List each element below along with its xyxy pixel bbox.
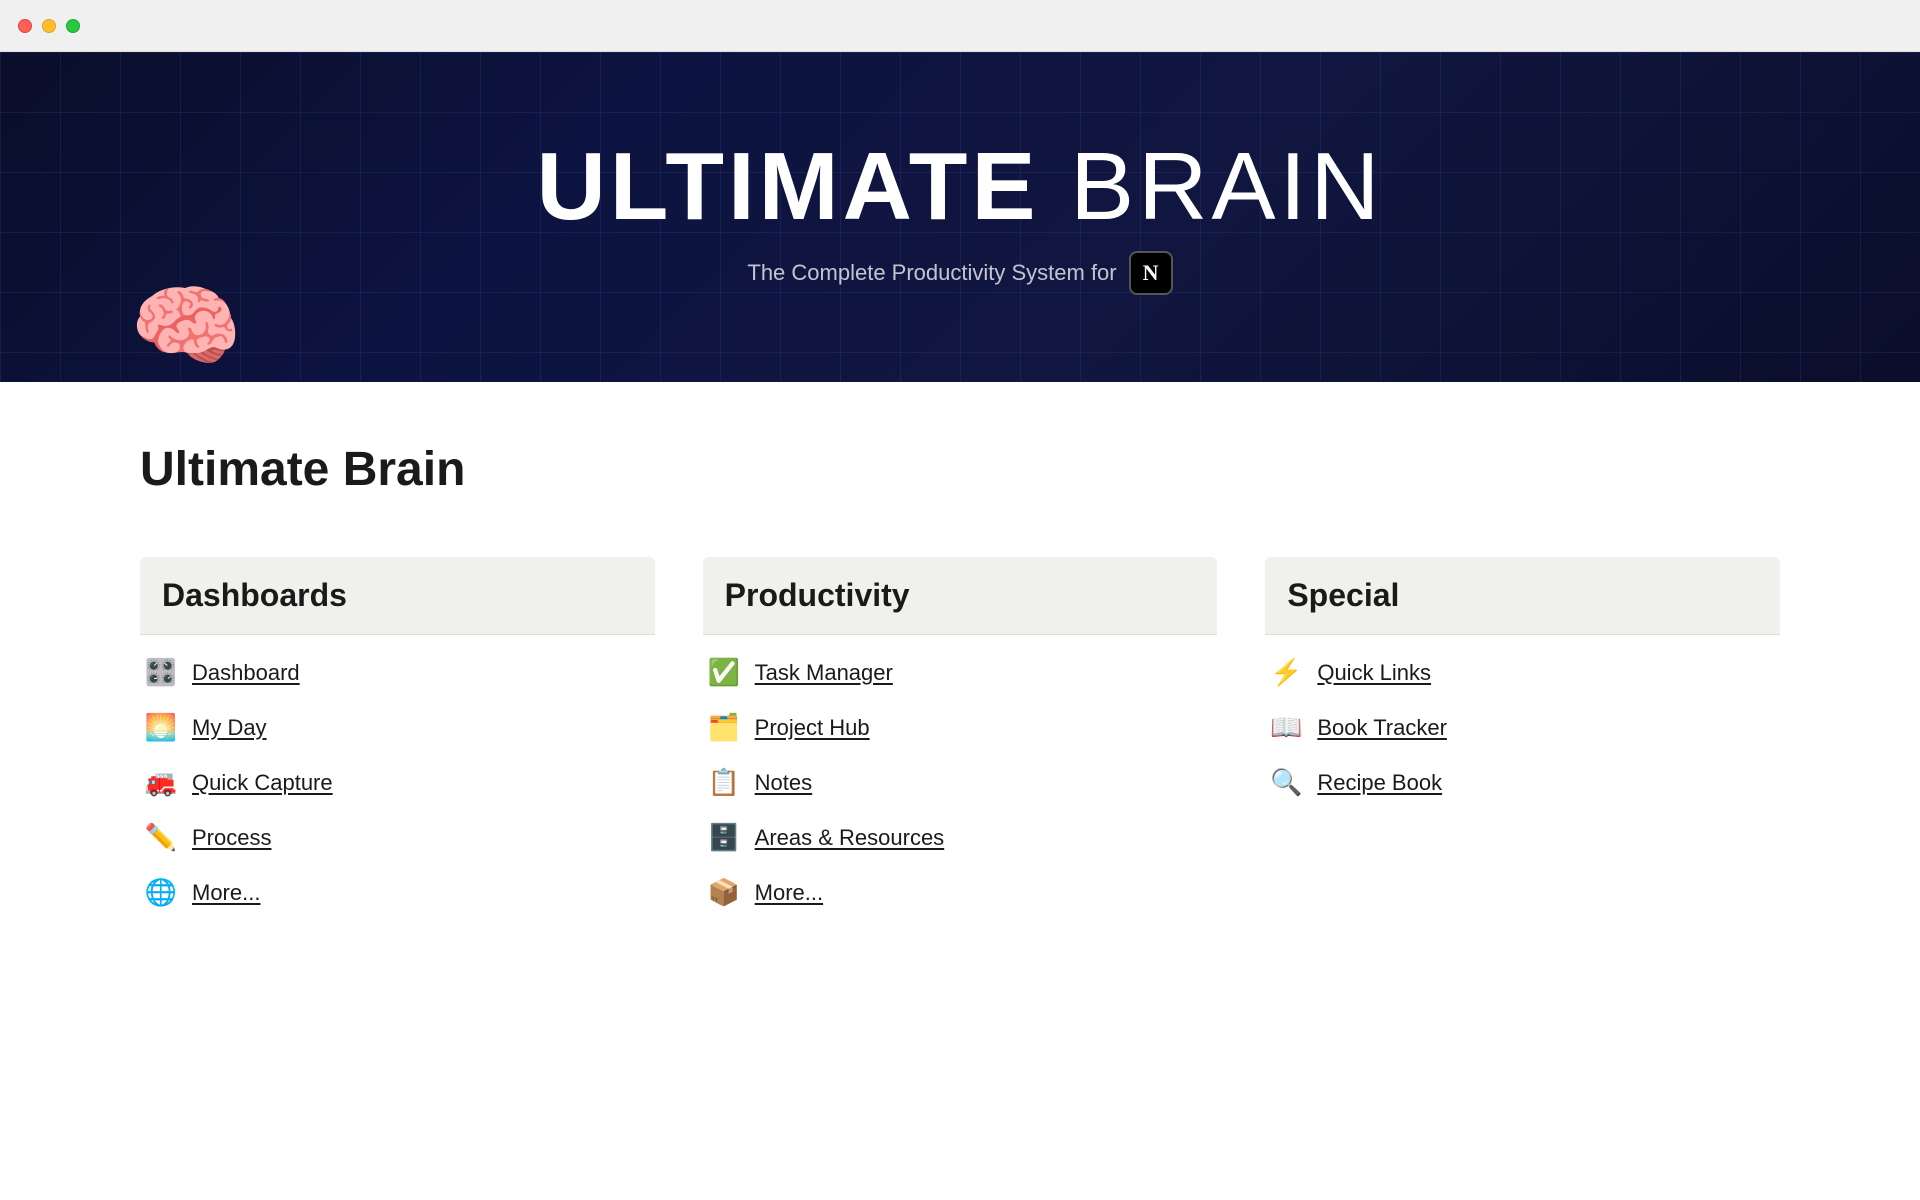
columns-grid: Dashboards 🎛️ Dashboard 🌅 My Day 🚒 Quick Captu… [140,557,1780,918]
item-label: More... [192,880,260,906]
item-icon: 🌅 [144,712,178,743]
maximize-button[interactable] [66,19,80,33]
column-header-title-productivity: Productivity [725,577,910,613]
item-label: Dashboard [192,660,300,686]
item-icon: ✅ [707,657,741,688]
item-label: Areas & Resources [755,825,945,851]
item-label: Task Manager [755,660,893,686]
list-item[interactable]: 🔍 Recipe Book [1265,757,1780,808]
close-button[interactable] [18,19,32,33]
brain-emoji: 🧠 [130,282,242,372]
item-icon: 🗂️ [707,712,741,743]
list-item[interactable]: 📋 Notes [703,757,1218,808]
item-icon: 🎛️ [144,657,178,688]
item-label: Book Tracker [1317,715,1447,741]
item-icon: 🗄️ [707,822,741,853]
item-icon: ⚡ [1269,657,1303,688]
page-title: Ultimate Brain [140,442,1780,497]
column-items-special: ⚡ Quick Links 📖 Book Tracker 🔍 Recipe Book [1265,635,1780,808]
hero-title: ULTIMATE BRAIN [536,139,1383,235]
list-item[interactable]: ✅ Task Manager [703,647,1218,698]
window-chrome [0,0,1920,52]
list-item[interactable]: 📦 More... [703,867,1218,918]
hero-subtitle: The Complete Productivity System for N [747,251,1172,295]
column-special: Special ⚡ Quick Links 📖 Book Tracker 🔍 Recipe … [1265,557,1780,918]
item-label: Process [192,825,271,851]
column-header-title-special: Special [1287,577,1399,613]
notion-symbol: N [1143,260,1159,286]
item-icon: 🚒 [144,767,178,798]
column-header-productivity: Productivity [703,557,1218,634]
page-content: Ultimate Brain Dashboards 🎛️ Dashboard 🌅 My … [0,382,1920,998]
list-item[interactable]: 🚒 Quick Capture [140,757,655,808]
item-icon: 🔍 [1269,767,1303,798]
column-header-title-dashboards: Dashboards [162,577,347,613]
item-label: Notes [755,770,812,796]
item-label: My Day [192,715,267,741]
item-label: More... [755,880,823,906]
item-label: Quick Capture [192,770,333,796]
item-icon: 📋 [707,767,741,798]
hero-subtitle-text: The Complete Productivity System for [747,260,1116,286]
hero-title-bold: ULTIMATE [536,133,1039,240]
item-label: Quick Links [1317,660,1431,686]
list-item[interactable]: 🗂️ Project Hub [703,702,1218,753]
column-header-dashboards: Dashboards [140,557,655,634]
list-item[interactable]: ✏️ Process [140,812,655,863]
list-item[interactable]: ⚡ Quick Links [1265,647,1780,698]
list-item[interactable]: 📖 Book Tracker [1265,702,1780,753]
column-productivity: Productivity ✅ Task Manager 🗂️ Project Hub 📋 N… [703,557,1218,918]
hero-title-light: BRAIN [1070,133,1383,240]
minimize-button[interactable] [42,19,56,33]
item-label: Project Hub [755,715,870,741]
list-item[interactable]: 🌅 My Day [140,702,655,753]
column-header-special: Special [1265,557,1780,634]
item-icon: 🌐 [144,877,178,908]
list-item[interactable]: 🌐 More... [140,867,655,918]
column-dashboards: Dashboards 🎛️ Dashboard 🌅 My Day 🚒 Quick Captu… [140,557,655,918]
item-icon: 📖 [1269,712,1303,743]
column-items-productivity: ✅ Task Manager 🗂️ Project Hub 📋 Notes 🗄️ Areas … [703,635,1218,918]
item-icon: 📦 [707,877,741,908]
notion-badge: N [1129,251,1173,295]
column-items-dashboards: 🎛️ Dashboard 🌅 My Day 🚒 Quick Capture ✏️ Proces… [140,635,655,918]
item-label: Recipe Book [1317,770,1442,796]
list-item[interactable]: 🗄️ Areas & Resources [703,812,1218,863]
hero-banner: 🧠 ULTIMATE BRAIN The Complete Productivi… [0,52,1920,382]
item-icon: ✏️ [144,822,178,853]
list-item[interactable]: 🎛️ Dashboard [140,647,655,698]
